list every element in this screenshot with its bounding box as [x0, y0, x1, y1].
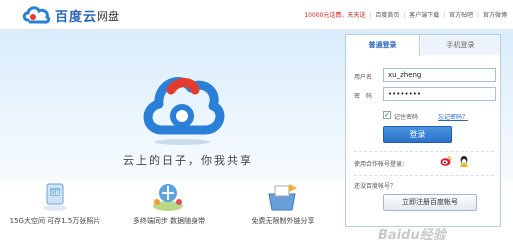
divider — [354, 175, 494, 176]
nav-link-tieba[interactable]: 官方贴吧 — [449, 12, 473, 19]
nav-link-weibo[interactable]: 官方微博 — [483, 12, 507, 19]
feature-row: GB 15G大空间 可存1.5万张照片 多终端同步 数据随身带 免费无限制外链分… — [0, 180, 340, 240]
feature-storage: GB 15G大空间 可存1.5万张照片 — [0, 180, 110, 240]
feature-sync: 多终端同步 数据随身带 — [114, 180, 224, 240]
login-button[interactable]: 登录 — [383, 126, 452, 143]
feature-sync-label: 多终端同步 数据随身带 — [132, 217, 206, 225]
login-tabs: 普通登录 手机登录 — [346, 35, 500, 56]
remember-password-label[interactable]: 记住密码 — [394, 112, 418, 121]
forgot-password-link[interactable]: 忘记密码？ — [438, 112, 468, 121]
feature-share-label: 免费无限制外链分享 — [251, 217, 315, 225]
divider — [354, 151, 494, 152]
svg-text:GB: GB — [51, 190, 60, 197]
baidu-cloud-logo-icon[interactable] — [22, 4, 52, 26]
nav-separator: | — [443, 12, 446, 19]
username-input[interactable]: xu_zheng — [383, 68, 496, 82]
promo-link[interactable]: 10000元话费，天天送 — [304, 12, 365, 19]
password-input[interactable]: •••••••• — [383, 87, 496, 101]
qq-icon[interactable] — [458, 155, 470, 167]
nav-link-client-download[interactable]: 客户端下载 — [409, 12, 439, 19]
top-nav: 10000元话费，天天送 | 百度首页 | 客户端下载 | 官方贴吧 | 官方微… — [304, 10, 507, 19]
register-button[interactable]: 立即注册百度帐号 — [383, 194, 477, 211]
partner-login-label: 使用合作帐号登录： — [354, 161, 409, 168]
feature-share: 免费无限制外链分享 — [228, 180, 338, 240]
nav-separator: | — [369, 12, 372, 19]
tab-normal-login[interactable]: 普通登录 — [346, 35, 420, 56]
feature-storage-label: 15G大空间 可存1.5万张照片 — [9, 217, 101, 225]
tab-phone-login[interactable]: 手机登录 — [421, 35, 500, 55]
brand-name[interactable]: 百度云 — [55, 6, 97, 25]
no-account-text: 还没百度帐号？ — [354, 183, 397, 190]
password-label: 密 码 — [354, 93, 373, 100]
top-header: 百度云 网盘 10000元话费，天天送 | 百度首页 | 客户端下载 | 官方贴… — [0, 0, 513, 30]
username-label: 用户名 — [354, 74, 373, 81]
brand-subtitle: 网盘 — [97, 10, 119, 23]
cloud-illustration-icon — [143, 77, 225, 145]
nav-link-baidu-home[interactable]: 百度首页 — [375, 12, 399, 19]
remember-password-checkbox[interactable]: ✓ — [383, 111, 391, 119]
login-panel: 普通登录 手机登录 用户名 xu_zheng 密 码 •••••••• ✓ 记住… — [345, 34, 501, 227]
nav-separator: | — [477, 12, 480, 19]
nav-separator: | — [403, 12, 406, 19]
share-icon — [268, 184, 297, 211]
slogan: 云上的日子，你我共享 — [123, 154, 253, 167]
watermark: Baidu经验 — [378, 228, 446, 240]
sync-icon — [153, 184, 183, 211]
storage-icon: GB — [43, 183, 67, 211]
weibo-icon[interactable] — [440, 155, 452, 167]
